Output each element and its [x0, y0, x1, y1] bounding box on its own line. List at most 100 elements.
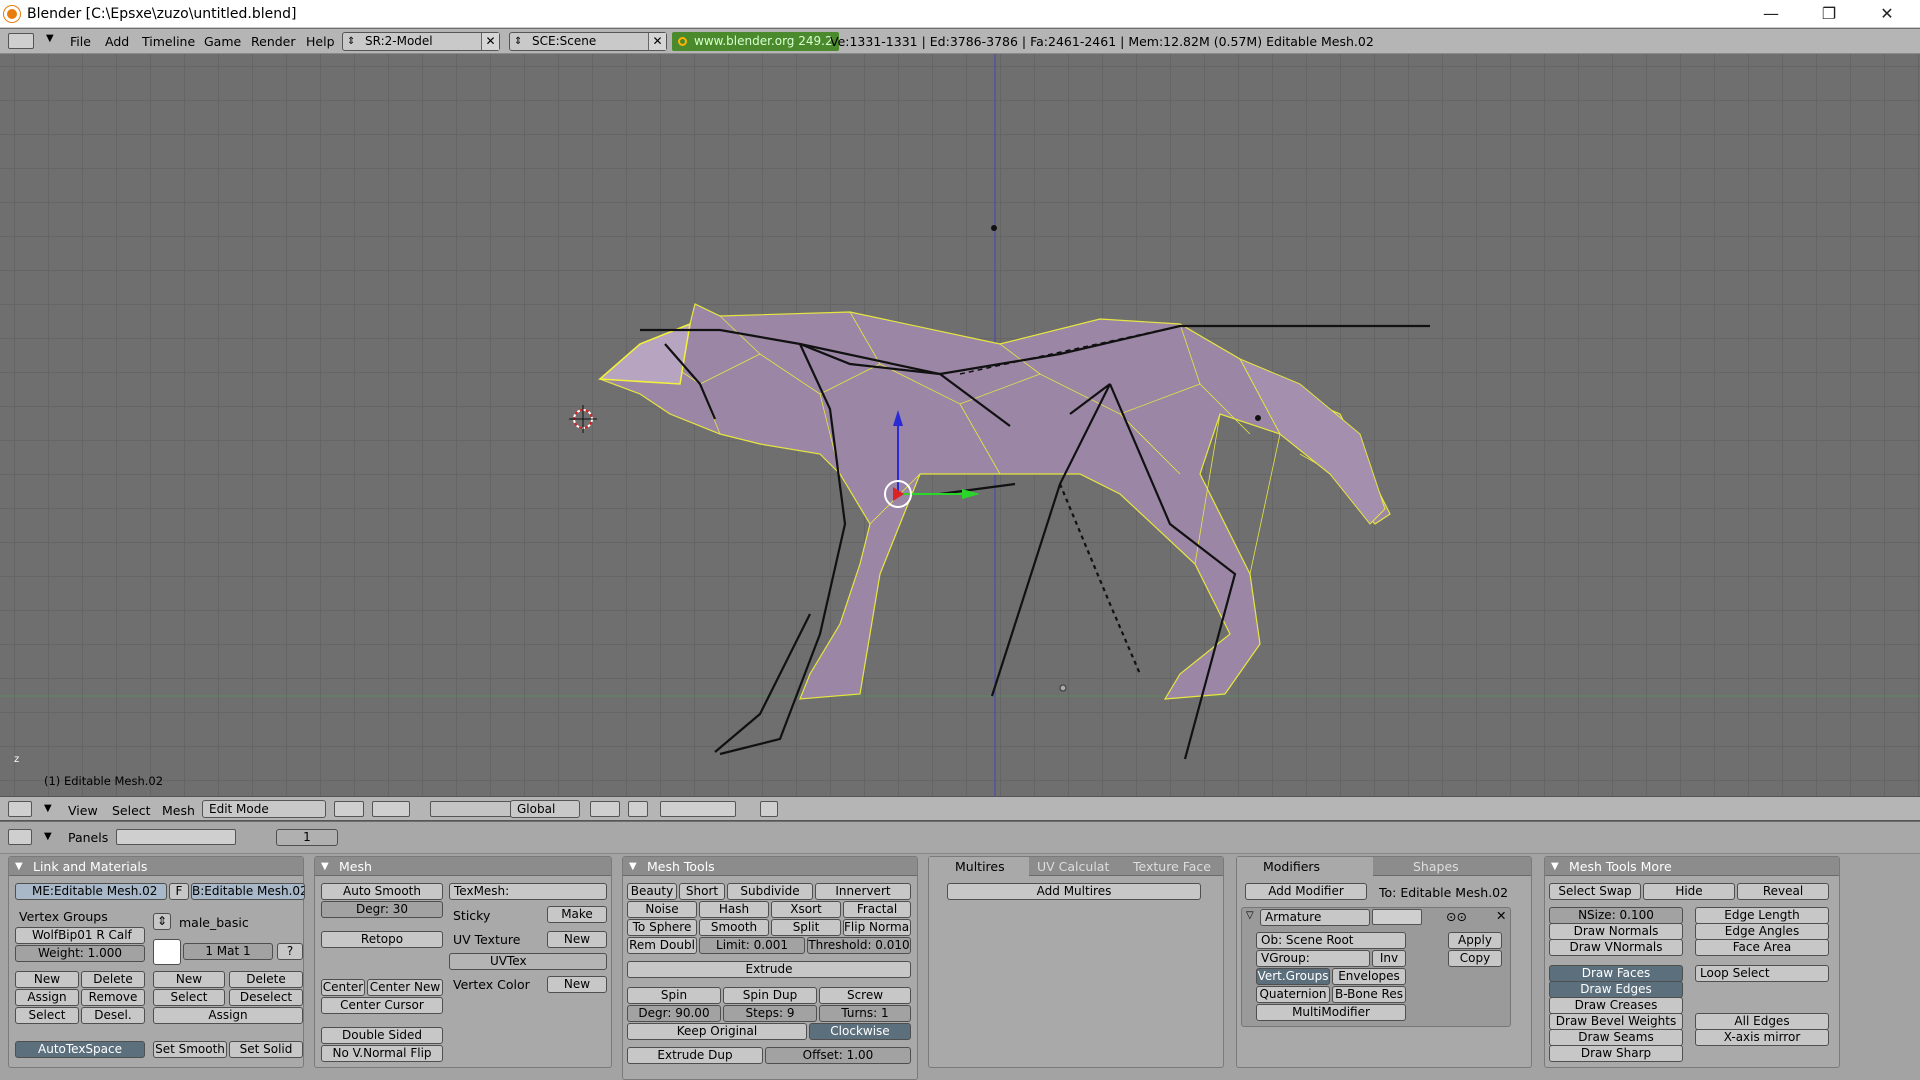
- face-area-toggle[interactable]: Face Area: [1695, 939, 1829, 956]
- multimodifier-toggle[interactable]: MultiModifier: [1256, 1004, 1406, 1021]
- spin-dup-button[interactable]: Spin Dup: [723, 987, 817, 1004]
- set-smooth-button[interactable]: Set Smooth: [153, 1041, 227, 1058]
- split-button[interactable]: Split: [771, 919, 841, 936]
- edge-length-toggle[interactable]: Edge Length: [1695, 907, 1829, 924]
- delete-scene-icon[interactable]: ✕: [648, 33, 666, 50]
- modifier-name-field[interactable]: Armature: [1260, 909, 1370, 926]
- tab-shapes[interactable]: Shapes: [1387, 857, 1459, 876]
- hide-button[interactable]: Hide: [1643, 883, 1735, 900]
- uvtex-layer-field[interactable]: UVTex: [449, 953, 607, 970]
- material-new-button[interactable]: New: [153, 971, 225, 988]
- add-modifier-button[interactable]: Add Modifier: [1245, 883, 1367, 900]
- screw-button[interactable]: Screw: [819, 987, 911, 1004]
- mode-selector[interactable]: Edit Mode: [202, 800, 326, 818]
- orientation-selector[interactable]: Global: [510, 800, 580, 818]
- steps-field[interactable]: Steps: 9: [723, 1005, 817, 1022]
- proportional-edit-icon[interactable]: [590, 801, 620, 817]
- tab-modifiers[interactable]: Modifiers: [1237, 857, 1373, 876]
- buttons-window-type-icon[interactable]: [8, 829, 32, 845]
- bbone-rest-toggle[interactable]: B-Bone Res: [1332, 986, 1406, 1003]
- uvtex-name[interactable]: UVTex: [490, 954, 527, 968]
- screen-name[interactable]: SR:2-Model: [365, 34, 433, 48]
- vgroup-select-button[interactable]: Select: [15, 1007, 79, 1024]
- snap-icon[interactable]: [628, 801, 648, 817]
- smooth-degree-field[interactable]: Degr: 30: [321, 901, 443, 918]
- smooth-button[interactable]: Smooth: [699, 919, 769, 936]
- menu-help[interactable]: Help: [306, 34, 335, 49]
- center-cursor-button[interactable]: Center Cursor: [321, 997, 443, 1014]
- vgroup-remove-button[interactable]: Remove: [81, 989, 145, 1006]
- collapse-triangle-icon[interactable]: ▼: [44, 831, 52, 842]
- vertex-group-selector[interactable]: WolfBip01 R Calf: [15, 927, 145, 944]
- menu-render[interactable]: Render: [251, 34, 296, 49]
- menu-timeline[interactable]: Timeline: [142, 34, 195, 49]
- panel-title[interactable]: Mesh: [315, 857, 611, 876]
- envelopes-toggle[interactable]: Envelopes: [1332, 968, 1406, 985]
- material-deselect-button[interactable]: Deselect: [229, 989, 303, 1006]
- material-delete-button[interactable]: Delete: [229, 971, 303, 988]
- material-select-button[interactable]: Select: [153, 989, 225, 1006]
- panel-title[interactable]: Mesh Tools More: [1545, 857, 1839, 876]
- context-icons[interactable]: [116, 829, 236, 845]
- view3d-window-type-icon[interactable]: [8, 801, 32, 817]
- draw-bevel-weights-toggle[interactable]: Draw Bevel Weights: [1549, 1013, 1683, 1030]
- move-up-down-icons[interactable]: ⊙⊙: [1446, 909, 1467, 924]
- no-vnormal-flip-toggle[interactable]: No V.Normal Flip: [321, 1045, 443, 1062]
- double-sided-toggle[interactable]: Double Sided: [321, 1027, 443, 1044]
- vertex-color-new-button[interactable]: New: [547, 976, 607, 993]
- material-browse-icon[interactable]: ⇕: [153, 913, 171, 930]
- material-help-button[interactable]: ?: [277, 943, 303, 960]
- material-index-field[interactable]: 1 Mat 1: [183, 943, 273, 960]
- spin-degree-field[interactable]: Degr: 90.00: [627, 1005, 721, 1022]
- pivot-icon[interactable]: [372, 801, 410, 817]
- 3d-cursor-icon[interactable]: [569, 405, 597, 433]
- autotexspace-toggle[interactable]: AutoTexSpace: [15, 1041, 145, 1058]
- quaternion-toggle[interactable]: Quaternion: [1256, 986, 1330, 1003]
- sticky-make-button[interactable]: Make: [547, 906, 607, 923]
- loop-select-selector[interactable]: Loop Select: [1695, 965, 1829, 982]
- armature-object-field[interactable]: Ob: Scene Root: [1256, 932, 1406, 949]
- spin-button[interactable]: Spin: [627, 987, 721, 1004]
- menu-select[interactable]: Select: [112, 803, 151, 818]
- select-mode-icons[interactable]: [660, 801, 736, 817]
- texmesh-field[interactable]: TexMesh:: [449, 883, 607, 900]
- frame-field[interactable]: 1: [276, 829, 338, 846]
- draw-creases-toggle[interactable]: Draw Creases: [1549, 997, 1683, 1014]
- tab-uv-calculation[interactable]: UV Calculat: [1029, 857, 1109, 876]
- vgroup-delete-button[interactable]: Delete: [81, 971, 145, 988]
- blender-url-badge[interactable]: www.blender.org 249.2: [672, 32, 839, 51]
- scene-selector[interactable]: ⇕ SCE:Scene ✕: [509, 32, 667, 51]
- draw-vnormals-toggle[interactable]: Draw VNormals: [1549, 939, 1683, 956]
- turns-field[interactable]: Turns: 1: [819, 1005, 911, 1022]
- vgroup-deselect-button[interactable]: Desel.: [81, 1007, 145, 1024]
- to-sphere-button[interactable]: To Sphere: [627, 919, 697, 936]
- restore-button[interactable]: ❐: [1800, 0, 1858, 28]
- rem-doubles-button[interactable]: Rem Doubl: [627, 937, 697, 954]
- vgroup-field[interactable]: VGroup:: [1256, 950, 1370, 967]
- offset-field[interactable]: Offset: 1.00: [765, 1047, 911, 1064]
- tab-texture-face[interactable]: Texture Face: [1125, 857, 1211, 876]
- expand-triangle-icon[interactable]: ▽: [1246, 910, 1254, 921]
- info-window-type-icon[interactable]: [8, 33, 34, 49]
- screen-selector[interactable]: ⇕ SR:2-Model ✕: [342, 32, 500, 51]
- remove-modifier-icon[interactable]: ✕: [1496, 908, 1506, 923]
- vgroup-assign-button[interactable]: Assign: [15, 989, 79, 1006]
- tab-multires[interactable]: Multires: [929, 857, 1029, 876]
- menu-add[interactable]: Add: [105, 34, 129, 49]
- xsort-button[interactable]: Xsort: [771, 901, 841, 918]
- object-name-field[interactable]: B:Editable Mesh.02: [191, 883, 305, 900]
- collapse-triangle-icon[interactable]: ▼: [44, 803, 52, 814]
- keep-original-toggle[interactable]: Keep Original: [627, 1023, 807, 1040]
- threshold-field[interactable]: Threshold: 0.010: [807, 937, 911, 954]
- draw-seams-toggle[interactable]: Draw Seams: [1549, 1029, 1683, 1046]
- edge-angles-toggle[interactable]: Edge Angles: [1695, 923, 1829, 940]
- reveal-button[interactable]: Reveal: [1737, 883, 1829, 900]
- nsize-field[interactable]: NSize: 0.100: [1549, 907, 1683, 924]
- select-swap-button[interactable]: Select Swap: [1549, 883, 1641, 900]
- short-toggle[interactable]: Short: [679, 883, 725, 900]
- add-multires-button[interactable]: Add Multires: [947, 883, 1201, 900]
- weight-field[interactable]: Weight: 1.000: [15, 945, 145, 962]
- limit-field[interactable]: Limit: 0.001: [699, 937, 805, 954]
- uv-texture-new-button[interactable]: New: [547, 931, 607, 948]
- subdivide-button[interactable]: Subdivide: [727, 883, 813, 900]
